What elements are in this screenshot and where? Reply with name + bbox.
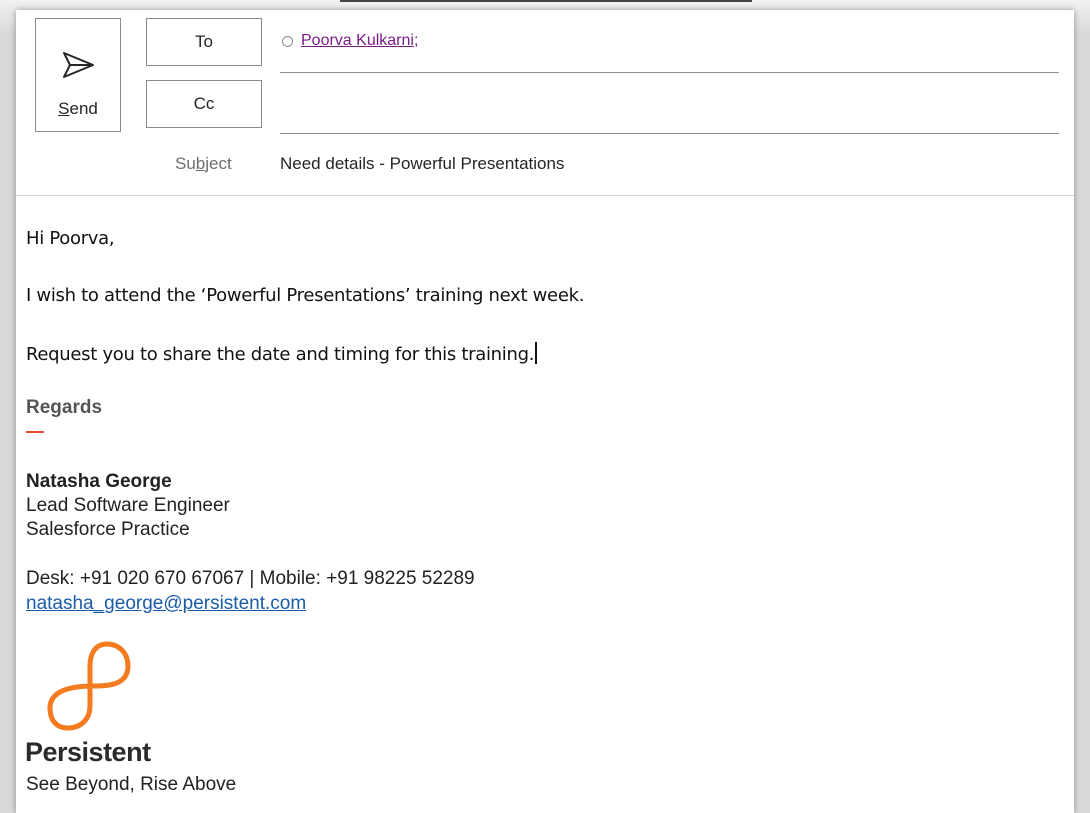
- body-line-2: Request you to share the date and timing…: [26, 344, 535, 365]
- sig-department: Salesforce Practice: [26, 519, 190, 540]
- body-line-1[interactable]: I wish to attend the ‘Powerful Presentat…: [26, 285, 584, 306]
- to-label: To: [195, 32, 213, 51]
- cc-label: Cc: [193, 94, 215, 113]
- to-recipient-chip[interactable]: Poorva Kulkarni;: [282, 32, 418, 50]
- body-line-2-wrap[interactable]: Request you to share the date and timing…: [26, 342, 537, 365]
- recipient-name: Poorva Kulkarni;: [301, 32, 419, 49]
- subject-field[interactable]: Need details - Powerful Presentations: [280, 154, 564, 174]
- sig-title: Lead Software Engineer: [26, 495, 230, 516]
- paper-plane-icon: [63, 52, 94, 78]
- company-wordmark: Persistent: [25, 737, 151, 767]
- greeting-line[interactable]: Hi Poorva,: [26, 228, 115, 249]
- sig-name: Natasha George: [26, 471, 172, 492]
- top-edge-bar: [340, 0, 752, 2]
- presence-status-icon: [282, 35, 293, 47]
- cc-button[interactable]: Cc: [146, 80, 262, 128]
- subject-label: Subject: [175, 154, 232, 173]
- text-cursor: [535, 342, 537, 364]
- compose-window: Send To Cc Poorva Kulkarni; Subject Need…: [16, 10, 1074, 813]
- company-tagline: See Beyond, Rise Above: [26, 774, 237, 795]
- sig-phones: Desk: +91 020 670 67067 | Mobile: +91 98…: [26, 568, 475, 589]
- sig-email-link[interactable]: natasha_george@persistent.com: [26, 593, 306, 615]
- to-button[interactable]: To: [146, 18, 262, 66]
- persistent-logo: [47, 641, 131, 731]
- send-button[interactable]: Send: [35, 18, 121, 132]
- to-field-underline: [280, 72, 1059, 73]
- sig-accent-dash: [26, 431, 44, 433]
- send-label: Send: [58, 99, 98, 118]
- cc-field[interactable]: [280, 133, 1059, 134]
- sig-regards: Regards: [26, 397, 103, 418]
- header-divider: [16, 195, 1074, 196]
